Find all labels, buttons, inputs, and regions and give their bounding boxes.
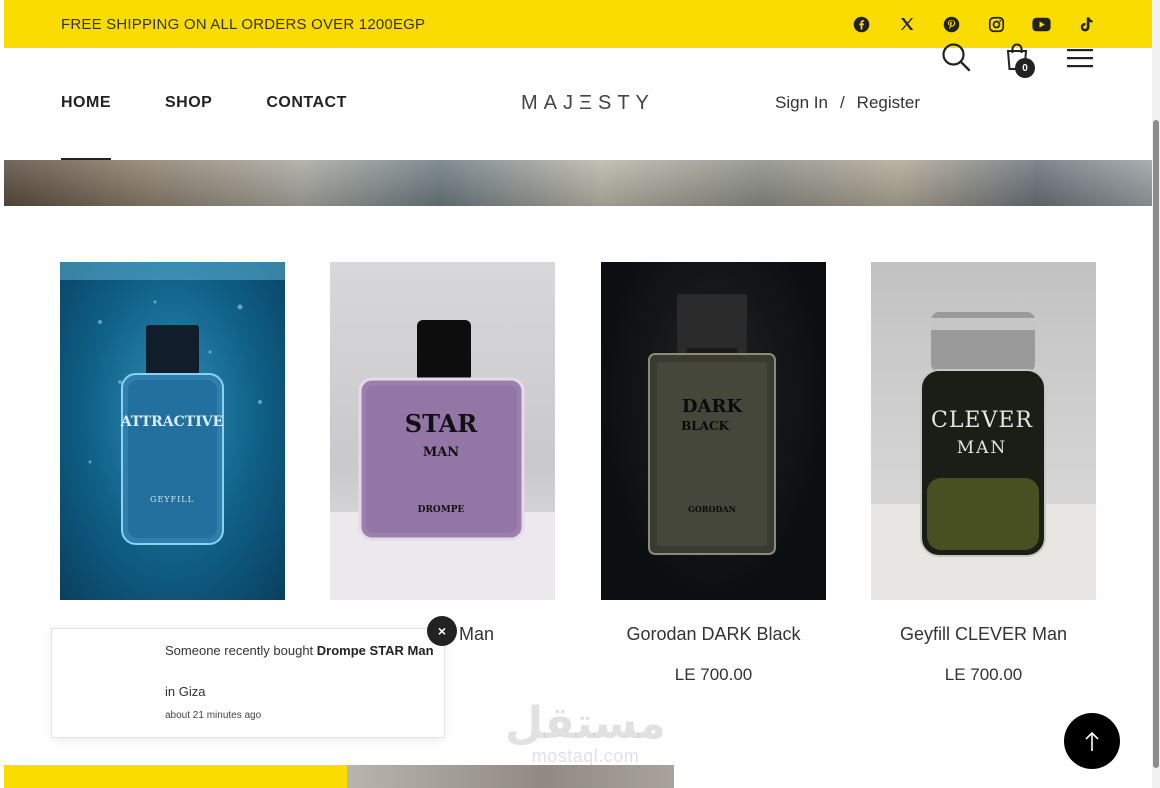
promo-bar: FREE SHIPPING ON ALL ORDERS OVER 1200EGP	[4, 0, 1152, 48]
bottle-label: ATTRACTIVE	[120, 414, 224, 430]
site-logo[interactable]: MAJΞSTY	[521, 92, 655, 115]
banner-yellow-section	[4, 765, 347, 788]
menu-icon[interactable]	[1067, 48, 1093, 68]
product-image[interactable]: CLEVER MAN	[871, 262, 1096, 600]
instagram-icon[interactable]	[987, 15, 1006, 34]
site-header: HOME SHOP CONTACT MAJΞSTY Sign In / Regi…	[4, 48, 1152, 160]
facebook-icon[interactable]	[852, 15, 871, 34]
x-icon[interactable]	[897, 15, 916, 34]
bottle-label: DARK	[682, 396, 744, 417]
page: FREE SHIPPING ON ALL ORDERS OVER 1200EGP	[0, 0, 1160, 788]
social-links	[852, 15, 1096, 34]
popup-prefix: Someone recently bought	[165, 643, 317, 658]
watermark-arabic: مستقل	[505, 698, 666, 749]
search-icon[interactable]	[941, 42, 971, 72]
sign-in-link[interactable]: Sign In	[775, 93, 828, 113]
bottle-label-2: MAN	[957, 438, 1008, 458]
scrollbar-thumb[interactable]	[1153, 120, 1159, 768]
bottle-label: STAR	[405, 409, 479, 438]
product-name[interactable]: Geyfill CLEVER Man	[871, 624, 1096, 645]
product-card[interactable]: ATTRACTIVE GEYFILL	[60, 262, 285, 624]
close-icon[interactable]: ×	[427, 616, 457, 646]
product-card[interactable]: DARK BLACK GORODAN Gorodan DARK Black LE…	[601, 262, 826, 685]
tiktok-icon[interactable]	[1077, 15, 1096, 34]
youtube-icon[interactable]	[1032, 15, 1051, 34]
main-nav: HOME SHOP CONTACT	[61, 94, 347, 160]
product-name[interactable]: Gorodan DARK Black	[601, 624, 826, 645]
product-image[interactable]: ATTRACTIVE GEYFILL	[60, 262, 285, 600]
popup-product-link[interactable]: Drompe STAR Man	[317, 643, 434, 658]
bottle-brand: GEYFILL	[150, 495, 194, 504]
nav-shop[interactable]: SHOP	[165, 94, 212, 112]
bottle-brand: GORODAN	[688, 504, 736, 514]
promo-text: FREE SHIPPING ON ALL ORDERS OVER 1200EGP	[61, 15, 426, 33]
cart-count-badge: 0	[1015, 58, 1035, 78]
hero-banner-image	[4, 160, 1152, 206]
nav-home[interactable]: HOME	[61, 94, 111, 160]
pinterest-icon[interactable]	[942, 15, 961, 34]
recent-purchase-popup: Someone recently bought Drompe STAR Man …	[51, 628, 445, 738]
page-scrollbar[interactable]	[1152, 0, 1160, 788]
product-price: LE 700.00	[674, 665, 753, 684]
popup-message: Someone recently bought Drompe STAR Man	[165, 640, 435, 662]
account-links: Sign In / Register	[775, 93, 920, 113]
banner-image-section	[347, 765, 674, 788]
bottle-label: CLEVER	[931, 408, 1033, 433]
account-separator: /	[839, 93, 845, 112]
bottle-label-2: BLACK	[681, 419, 729, 433]
popup-location: in Giza	[165, 684, 206, 699]
back-to-top-button[interactable]	[1064, 713, 1120, 769]
bottle-brand: DROMPE	[418, 505, 465, 515]
watermark-latin: mostaql.com	[531, 746, 640, 766]
register-link[interactable]: Register	[857, 93, 920, 113]
product-image[interactable]: STAR MAN DROMPE	[330, 262, 555, 600]
product-image[interactable]: DARK BLACK GORODAN	[601, 262, 826, 600]
arrow-up-icon	[1085, 731, 1099, 751]
popup-time: about 21 minutes ago	[165, 710, 262, 721]
product-card[interactable]: CLEVER MAN Geyfill CLEVER Man LE 700.00	[871, 262, 1096, 685]
watermark: مستقل mostaql.com	[505, 700, 666, 767]
nav-contact[interactable]: CONTACT	[266, 94, 347, 112]
bottle-label-2: MAN	[423, 445, 459, 460]
product-price: LE 700.00	[944, 665, 1023, 684]
